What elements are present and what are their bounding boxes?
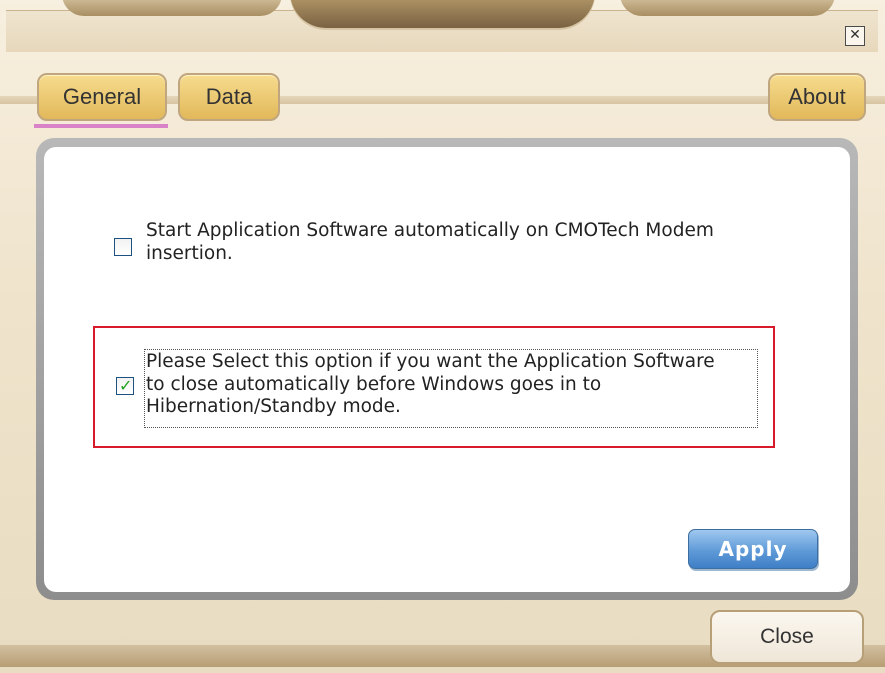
auto-start-label-line1: Start Application Software automatically… (146, 220, 714, 241)
tab-about-label: About (788, 84, 846, 109)
close-button[interactable]: Close (710, 610, 864, 664)
auto-start-label[interactable]: Start Application Software automatically… (146, 220, 714, 265)
auto-close-label-line3: Hibernation/Standby mode. (146, 396, 401, 417)
auto-start-checkbox[interactable] (114, 238, 132, 256)
tab-data[interactable]: Data (178, 73, 280, 121)
tab-data-label: Data (205, 84, 253, 109)
auto-close-label[interactable]: Please Select this option if you want th… (146, 351, 715, 419)
auto-close-label-line1: Please Select this option if you want th… (146, 351, 715, 372)
title-decor-right (620, 0, 835, 16)
apply-button[interactable]: Apply (688, 529, 818, 569)
checkmark-icon: ✓ (119, 376, 133, 395)
auto-start-label-line2: insertion. (146, 242, 233, 264)
close-icon[interactable]: ✕ (845, 26, 865, 46)
title-bar: ✕ (0, 0, 885, 52)
title-decor-left (62, 0, 282, 16)
settings-window: ✕ General Data About Start Application S… (0, 0, 885, 673)
auto-close-label-line2: to close automatically before Windows go… (146, 373, 602, 395)
tab-general-label: General (62, 84, 142, 109)
tab-general[interactable]: General (37, 73, 167, 121)
tab-about[interactable]: About (768, 73, 866, 121)
auto-close-checkbox[interactable]: ✓ (116, 377, 134, 395)
active-tab-indicator (34, 124, 168, 128)
title-decor-center (290, 0, 595, 28)
